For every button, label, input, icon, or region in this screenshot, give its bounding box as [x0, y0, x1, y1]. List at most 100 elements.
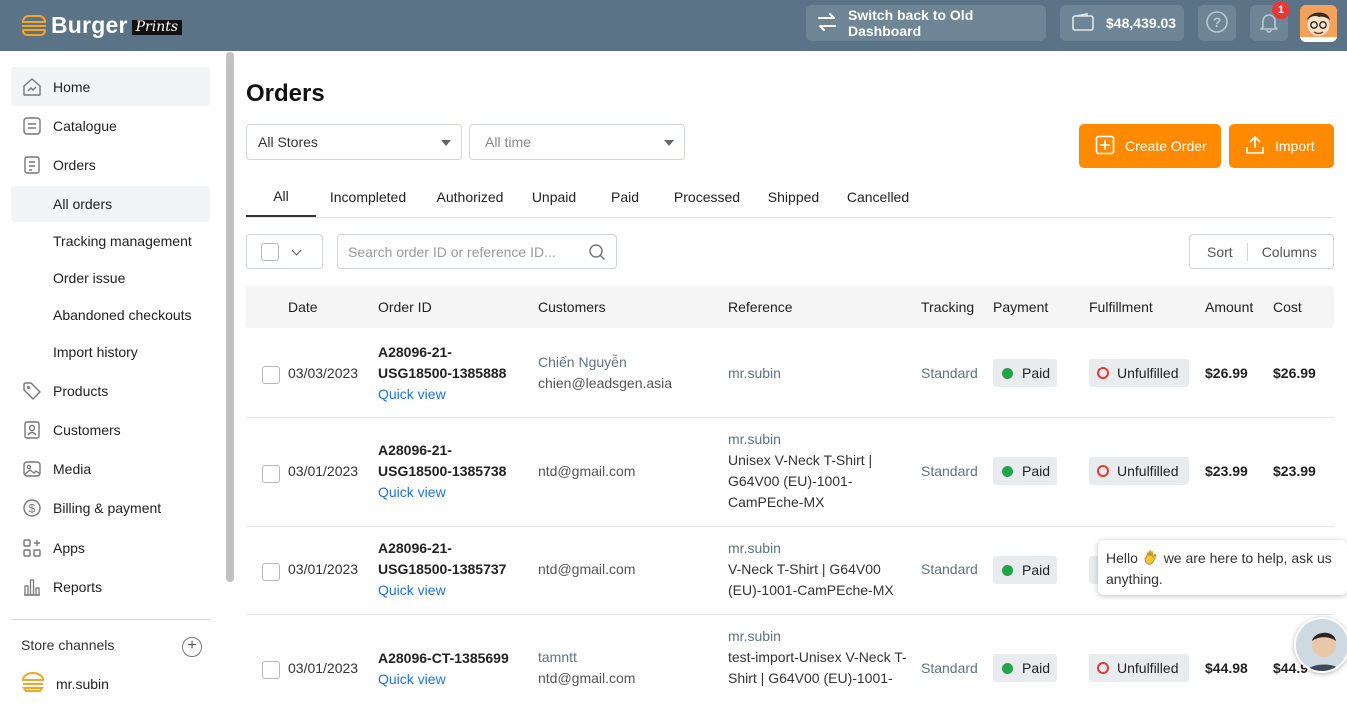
search-icon[interactable] [588, 243, 606, 264]
header-order-id[interactable]: Order ID [378, 299, 432, 315]
row-checkbox[interactable] [262, 465, 280, 483]
plus-square-icon [1095, 135, 1115, 158]
store-channel-item[interactable]: mr.subin [21, 672, 109, 695]
row-checkbox[interactable] [262, 563, 280, 581]
help-button[interactable]: ? [1198, 5, 1236, 41]
tracking-method: Standard [921, 365, 978, 381]
header-fulfillment[interactable]: Fulfillment [1089, 299, 1153, 315]
switch-dashboard-button[interactable]: Switch back to Old Dashboard [806, 5, 1046, 41]
customer-cell: Chiến Nguyễn chien@leadsgen.asia [538, 352, 672, 394]
sidebar-subitem-abandoned[interactable]: Abandoned checkouts [11, 297, 210, 333]
brand-logo[interactable]: Burger Prints [22, 12, 183, 39]
sidebar-item-home[interactable]: Home [11, 67, 210, 106]
order-amount: $26.99 [1205, 365, 1248, 381]
tab-unpaid[interactable]: Unpaid [524, 177, 584, 217]
fulfillment-status: Unfulfilled [1117, 365, 1179, 381]
wallet-balance-button[interactable]: $48,439.03 [1060, 5, 1184, 41]
reference-store[interactable]: mr.subin [728, 363, 913, 384]
bulk-select-dropdown[interactable] [246, 234, 323, 269]
sidebar-item-label: Orders [53, 156, 96, 173]
sidebar-item-label: Media [53, 460, 92, 477]
tab-paid[interactable]: Paid [602, 177, 648, 217]
chat-greeting-start: Hello [1106, 550, 1138, 566]
quick-view-link[interactable]: Quick view [378, 482, 518, 503]
status-ring-icon [1097, 367, 1109, 379]
sidebar-item-customers[interactable]: Customers [11, 410, 210, 449]
payment-status-badge: Paid [993, 457, 1057, 485]
row-checkbox[interactable] [262, 366, 280, 384]
sidebar-subitem-tracking[interactable]: Tracking management [11, 223, 210, 259]
table-row[interactable]: 03/03/2023 A28096-21- USG18500-1385888 Q… [246, 328, 1334, 418]
sidebar-item-label: Home [53, 78, 91, 95]
wallet-icon [1072, 12, 1094, 34]
sidebar-subitem-import-history[interactable]: Import history [11, 334, 210, 370]
order-id-line1: A28096-21- [378, 540, 452, 556]
sort-columns-group: Sort Columns [1189, 234, 1334, 269]
header-tracking[interactable]: Tracking [921, 299, 974, 315]
header-customers[interactable]: Customers [538, 299, 606, 315]
sidebar-subitem-all-orders[interactable]: All orders [11, 186, 210, 222]
add-store-button[interactable]: + [182, 637, 202, 657]
sidebar-item-apps[interactable]: Apps [11, 528, 210, 567]
chat-greeting-popup[interactable]: Hello we are here to help, ask us anythi… [1098, 540, 1347, 595]
reference-store[interactable]: mr.subin [728, 429, 913, 450]
sidebar-item-label: Reports [53, 578, 103, 595]
notifications-button[interactable]: 1 [1250, 1, 1290, 41]
sidebar-item-label: Catalogue [53, 117, 117, 134]
sidebar-item-products[interactable]: Products [11, 371, 210, 410]
user-avatar[interactable] [1300, 5, 1337, 42]
chevron-down-icon [291, 245, 302, 256]
tab-cancelled[interactable]: Cancelled [842, 177, 914, 217]
sidebar-item-label: Products [53, 382, 109, 399]
svg-text:$: $ [29, 501, 36, 515]
store-filter-select[interactable]: All Stores [246, 124, 462, 160]
reference-store[interactable]: mr.subin [728, 538, 913, 559]
status-dot-icon [1002, 367, 1013, 379]
fulfillment-status: Unfulfilled [1117, 660, 1179, 676]
sidebar-item-catalogue[interactable]: Catalogue [11, 106, 210, 145]
sort-button[interactable]: Sort [1207, 244, 1233, 260]
tab-shipped[interactable]: Shipped [762, 177, 825, 217]
header-reference[interactable]: Reference [728, 299, 793, 315]
create-order-label: Create Order [1125, 138, 1207, 154]
sidebar-item-reports[interactable]: Reports [11, 567, 210, 606]
table-row[interactable]: 03/01/2023 A28096-21- USG18500-1385738 Q… [246, 418, 1334, 527]
quick-view-link[interactable]: Quick view [378, 580, 518, 601]
upload-icon [1245, 135, 1265, 158]
header-payment[interactable]: Payment [993, 299, 1048, 315]
time-filter-select[interactable]: All time [469, 124, 685, 160]
header-cost[interactable]: Cost [1273, 299, 1302, 315]
header-date[interactable]: Date [288, 299, 318, 315]
payment-status: Paid [1022, 660, 1051, 676]
tab-authorized[interactable]: Authorized [428, 177, 512, 217]
sidebar-item-billing[interactable]: $ Billing & payment [11, 488, 210, 527]
tab-processed[interactable]: Processed [668, 177, 746, 217]
sidebar-subitem-order-issue[interactable]: Order issue [11, 260, 210, 296]
payment-status-badge: Paid [993, 359, 1057, 387]
customer-name[interactable]: tamntt [538, 647, 635, 668]
tab-all[interactable]: All [246, 177, 316, 217]
header-amount[interactable]: Amount [1205, 299, 1253, 315]
sidebar-subitem-label: Abandoned checkouts [53, 307, 192, 323]
search-input[interactable] [348, 235, 578, 268]
tab-incompleted[interactable]: Incompleted [322, 177, 414, 217]
chat-agent-avatar[interactable] [1294, 617, 1347, 673]
reference-store[interactable]: mr.subin [728, 626, 913, 647]
import-button[interactable]: Import [1229, 124, 1334, 168]
status-dot-icon [1002, 662, 1013, 674]
customer-cell: ntd@gmail.com [538, 461, 635, 482]
wallet-balance: $48,439.03 [1106, 15, 1177, 31]
sidebar-scrollbar[interactable] [226, 52, 234, 582]
create-order-button[interactable]: Create Order [1079, 124, 1221, 168]
order-cost: $26.99 [1273, 365, 1316, 381]
order-status-tabs: All Incompleted Authorized Unpaid Paid P… [246, 177, 1334, 218]
quick-view-link[interactable]: Quick view [378, 669, 518, 690]
quick-view-link[interactable]: Quick view [378, 384, 518, 405]
table-row[interactable]: 03/01/2023 A28096-CT-1385699 Quick view … [246, 615, 1334, 715]
row-checkbox[interactable] [262, 661, 280, 679]
customer-name[interactable]: Chiến Nguyễn [538, 352, 672, 373]
sidebar-item-media[interactable]: Media [11, 449, 210, 488]
columns-button[interactable]: Columns [1262, 244, 1317, 260]
sidebar-item-orders[interactable]: Orders [11, 145, 210, 184]
select-all-checkbox[interactable] [261, 243, 279, 261]
